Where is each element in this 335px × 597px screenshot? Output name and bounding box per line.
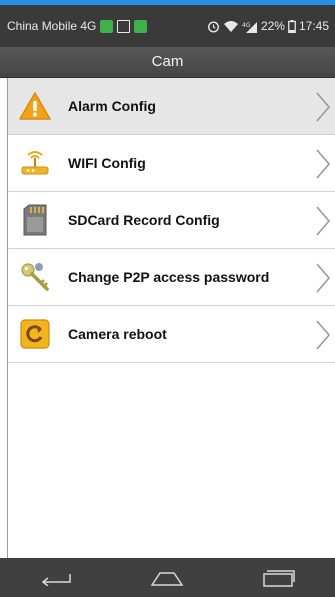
cell-signal-icon: 4G xyxy=(242,21,257,33)
settings-menu: Alarm Config WIFI Config SDCard Record C… xyxy=(8,78,335,363)
menu-item-sdcard-record-config[interactable]: SDCard Record Config xyxy=(8,192,335,249)
key-icon xyxy=(19,261,51,293)
carrier-name: China Mobile 4G xyxy=(7,19,97,33)
menu-item-alarm-config[interactable]: Alarm Config xyxy=(8,78,335,135)
status-bar: China Mobile 4G 4G 22% 17:45 xyxy=(0,5,335,47)
menu-item-label: Alarm Config xyxy=(68,98,156,114)
recent-apps-icon[interactable] xyxy=(249,563,309,593)
chevron-right-icon xyxy=(316,206,331,236)
reboot-icon xyxy=(19,318,51,350)
app-notification-icon xyxy=(100,19,114,33)
image-notification-icon xyxy=(117,19,131,33)
chevron-right-icon xyxy=(316,320,331,350)
menu-item-wifi-config[interactable]: WIFI Config xyxy=(8,135,335,192)
chevron-right-icon xyxy=(316,263,331,293)
battery-icon xyxy=(288,19,296,33)
app-notification-icon-2 xyxy=(134,19,148,33)
menu-item-change-p2p-password[interactable]: Change P2P access password xyxy=(8,249,335,306)
sd-card-icon xyxy=(19,204,51,236)
menu-item-label: Camera reboot xyxy=(68,326,167,342)
battery-percent: 22% xyxy=(260,19,285,33)
warning-icon xyxy=(19,90,51,122)
wifi-router-icon xyxy=(19,147,51,179)
page-title: Cam xyxy=(151,53,184,70)
title-bar: Cam xyxy=(0,47,335,78)
menu-item-camera-reboot[interactable]: Camera reboot xyxy=(8,306,335,363)
clock-time: 17:45 xyxy=(298,19,329,33)
chevron-right-icon xyxy=(316,92,331,122)
svg-text:4G: 4G xyxy=(242,22,251,29)
menu-item-label: WIFI Config xyxy=(68,155,146,171)
menu-item-label: Change P2P access password xyxy=(68,269,270,285)
menu-item-label: SDCard Record Config xyxy=(68,212,220,228)
alarm-clock-icon xyxy=(207,20,219,33)
wifi-signal-icon xyxy=(223,20,238,32)
chevron-right-icon xyxy=(316,149,331,179)
home-icon[interactable] xyxy=(137,563,197,593)
back-icon[interactable] xyxy=(26,563,86,593)
navigation-bar xyxy=(0,558,335,597)
